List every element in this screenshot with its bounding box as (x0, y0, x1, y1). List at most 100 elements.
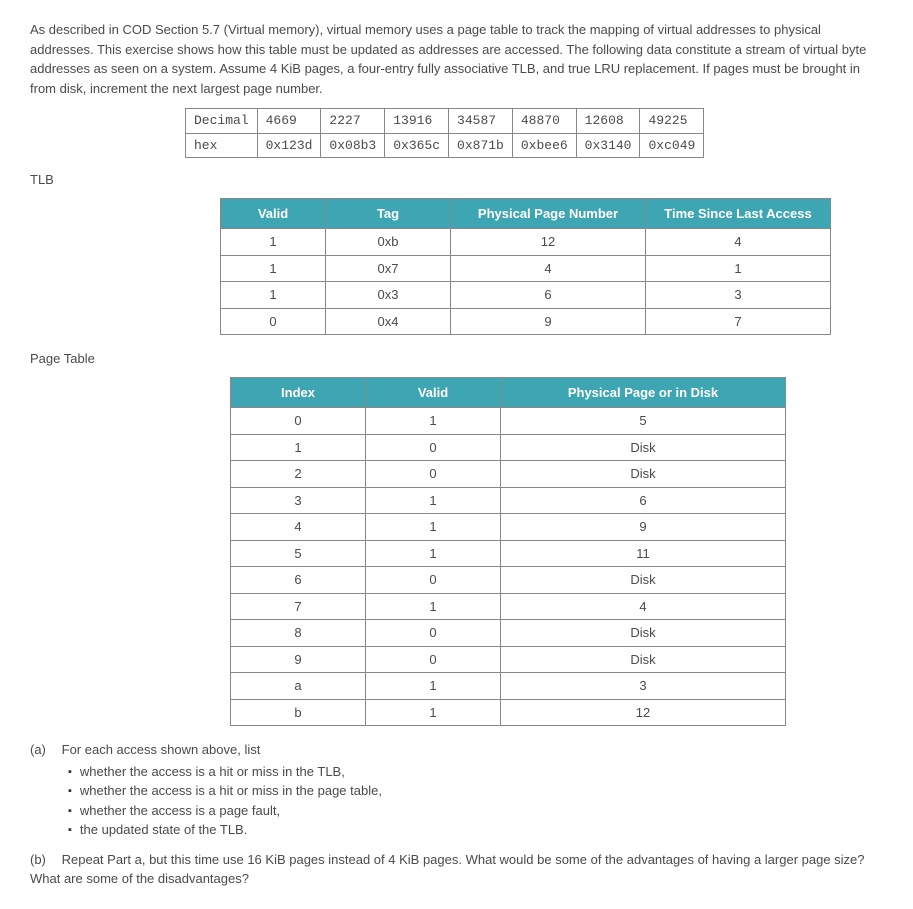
pt-valid: 1 (366, 514, 501, 541)
tlb-section-label: TLB (30, 170, 883, 190)
question-a-lead: For each access shown above, list (62, 742, 261, 757)
tlb-tsla: 1 (646, 255, 831, 282)
pt-index: b (231, 699, 366, 726)
pt-row: a13 (231, 673, 786, 700)
question-a-item: whether the access is a page fault, (68, 801, 883, 821)
pt-index: 8 (231, 620, 366, 647)
tlb-row: 1 0xb 12 4 (221, 229, 831, 256)
addr-hex-3: 0x871b (449, 133, 513, 158)
tlb-valid: 1 (221, 255, 326, 282)
pt-valid: 0 (366, 434, 501, 461)
addr-dec-2: 13916 (385, 109, 449, 134)
tlb-row: 1 0x7 4 1 (221, 255, 831, 282)
pt-valid: 0 (366, 461, 501, 488)
question-b-text: Repeat Part a, but this time use 16 KiB … (30, 852, 865, 887)
pt-valid: 1 (366, 593, 501, 620)
page-table: Index Valid Physical Page or in Disk 015… (230, 377, 786, 727)
tlb-th-tag: Tag (326, 198, 451, 229)
addr-hex-4: 0xbee6 (512, 133, 576, 158)
pt-valid: 1 (366, 487, 501, 514)
pt-valid: 1 (366, 699, 501, 726)
addr-hex-2: 0x365c (385, 133, 449, 158)
pt-row: b112 (231, 699, 786, 726)
pt-pp: 9 (501, 514, 786, 541)
tlb-tag: 0x3 (326, 282, 451, 309)
tlb-valid: 1 (221, 282, 326, 309)
question-a-item: whether the access is a hit or miss in t… (68, 762, 883, 782)
addr-hex-0: 0x123d (257, 133, 321, 158)
pt-index: a (231, 673, 366, 700)
addr-dec-1: 2227 (321, 109, 385, 134)
pt-th-valid: Valid (366, 377, 501, 408)
question-b: (b) Repeat Part a, but this time use 16 … (30, 850, 883, 889)
addr-dec-5: 12608 (576, 109, 640, 134)
tlb-tag: 0xb (326, 229, 451, 256)
pt-valid: 0 (366, 620, 501, 647)
pt-th-index: Index (231, 377, 366, 408)
addr-row-label-decimal: Decimal (186, 109, 258, 134)
tlb-ppn: 12 (451, 229, 646, 256)
tlb-valid: 1 (221, 229, 326, 256)
pt-row: 419 (231, 514, 786, 541)
pt-pp: 6 (501, 487, 786, 514)
tlb-tsla: 4 (646, 229, 831, 256)
tlb-ppn: 4 (451, 255, 646, 282)
pt-row: 5111 (231, 540, 786, 567)
tlb-tsla: 3 (646, 282, 831, 309)
pt-index: 3 (231, 487, 366, 514)
pt-index: 4 (231, 514, 366, 541)
pt-row: 20Disk (231, 461, 786, 488)
pt-pp: 4 (501, 593, 786, 620)
addr-hex-5: 0x3140 (576, 133, 640, 158)
pt-pp: Disk (501, 461, 786, 488)
question-a-item: the updated state of the TLB. (68, 820, 883, 840)
pt-pp: 5 (501, 408, 786, 435)
pt-index: 6 (231, 567, 366, 594)
pt-valid: 0 (366, 567, 501, 594)
addr-hex-6: 0xc049 (640, 133, 704, 158)
pt-pp: 12 (501, 699, 786, 726)
tlb-table: Valid Tag Physical Page Number Time Sinc… (220, 198, 831, 336)
addr-dec-0: 4669 (257, 109, 321, 134)
pt-index: 0 (231, 408, 366, 435)
pt-pp: Disk (501, 620, 786, 647)
pt-index: 9 (231, 646, 366, 673)
pt-valid: 0 (366, 646, 501, 673)
question-a-item: whether the access is a hit or miss in t… (68, 781, 883, 801)
pt-valid: 1 (366, 540, 501, 567)
tlb-ppn: 6 (451, 282, 646, 309)
pt-index: 1 (231, 434, 366, 461)
pt-valid: 1 (366, 408, 501, 435)
addr-hex-1: 0x08b3 (321, 133, 385, 158)
tlb-valid: 0 (221, 308, 326, 335)
pt-row: 90Disk (231, 646, 786, 673)
tlb-th-valid: Valid (221, 198, 326, 229)
pt-index: 2 (231, 461, 366, 488)
tlb-row: 1 0x3 6 3 (221, 282, 831, 309)
tlb-tsla: 7 (646, 308, 831, 335)
question-a: (a) For each access shown above, list wh… (30, 740, 883, 840)
tlb-tag: 0x7 (326, 255, 451, 282)
tlb-th-ppn: Physical Page Number (451, 198, 646, 229)
pt-row: 10Disk (231, 434, 786, 461)
pt-pp: Disk (501, 434, 786, 461)
tlb-th-tsla: Time Since Last Access (646, 198, 831, 229)
addr-dec-6: 49225 (640, 109, 704, 134)
pt-pp: Disk (501, 646, 786, 673)
pt-row: 316 (231, 487, 786, 514)
pt-row: 015 (231, 408, 786, 435)
pt-row: 60Disk (231, 567, 786, 594)
pt-pp: 11 (501, 540, 786, 567)
tlb-ppn: 9 (451, 308, 646, 335)
address-stream-table: Decimal 4669 2227 13916 34587 48870 1260… (185, 108, 704, 158)
addr-dec-4: 48870 (512, 109, 576, 134)
addr-row-label-hex: hex (186, 133, 258, 158)
question-b-label: (b) (30, 850, 58, 870)
pt-row: 80Disk (231, 620, 786, 647)
intro-paragraph: As described in COD Section 5.7 (Virtual… (30, 20, 883, 98)
pt-index: 5 (231, 540, 366, 567)
question-a-label: (a) (30, 740, 58, 760)
pt-row: 714 (231, 593, 786, 620)
pt-index: 7 (231, 593, 366, 620)
tlb-tag: 0x4 (326, 308, 451, 335)
